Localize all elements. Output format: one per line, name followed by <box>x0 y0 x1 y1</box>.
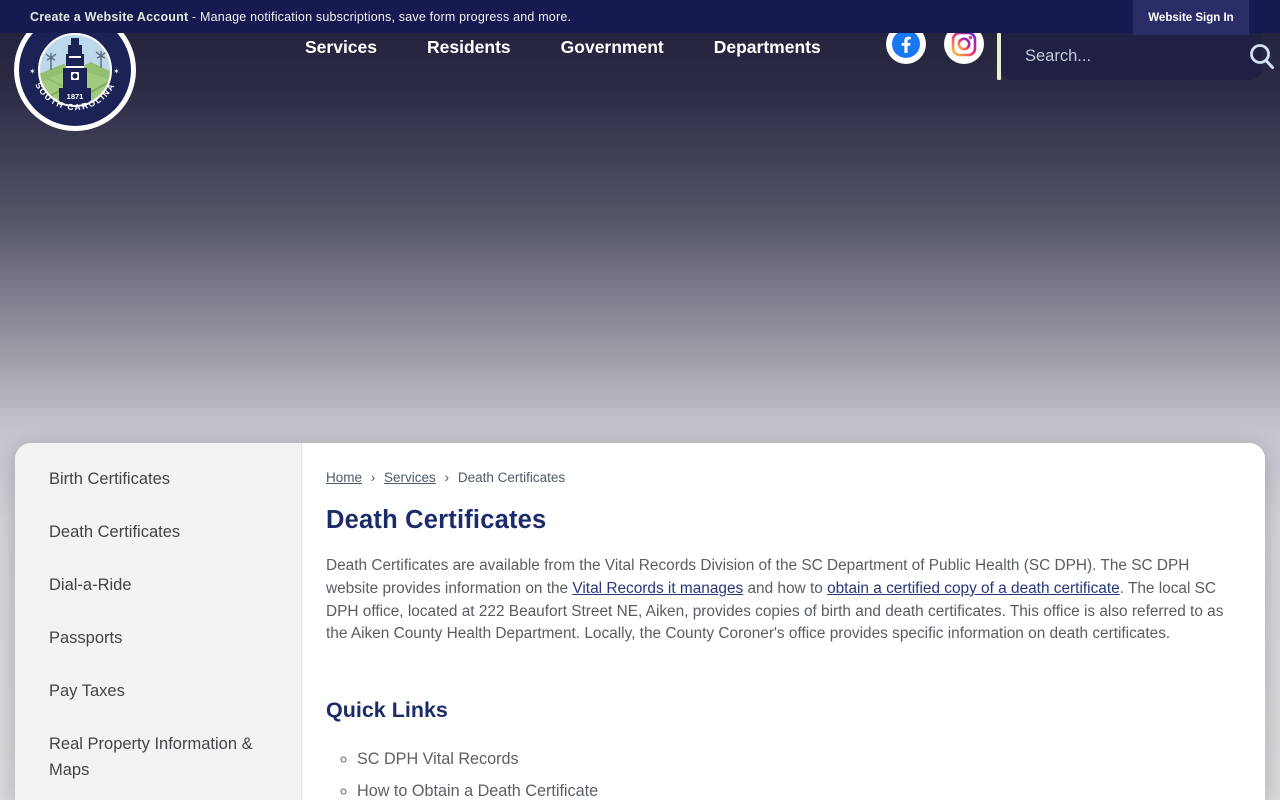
breadcrumb: Home › Services › Death Certificates <box>326 470 1235 485</box>
top-announcement-bar: Create a Website Account - Manage notifi… <box>0 0 1280 33</box>
search-icon[interactable] <box>1247 42 1277 72</box>
sidebar-item-birth-certificates[interactable]: Birth Certificates <box>15 452 301 505</box>
quick-links-list: SC DPH Vital Records How to Obtain a Dea… <box>326 749 1235 800</box>
breadcrumb-services[interactable]: Services <box>384 470 436 485</box>
sidebar-item-passports[interactable]: Passports <box>15 611 301 664</box>
seal-star-left: ✶ <box>29 67 36 76</box>
sidebar-item-dial-a-ride[interactable]: Dial-a-Ride <box>15 558 301 611</box>
nav-residents[interactable]: Residents <box>427 37 511 58</box>
breadcrumb-current: Death Certificates <box>457 470 566 485</box>
breadcrumb-home[interactable]: Home <box>326 470 362 485</box>
create-account-promo: Create a Website Account - Manage notifi… <box>30 10 571 24</box>
seal-year: 1871 <box>67 92 84 101</box>
sidebar-nav: Birth Certificates Death Certificates Di… <box>15 443 302 800</box>
quick-link-vital-records[interactable]: SC DPH Vital Records <box>357 749 1235 769</box>
obtain-certificate-link[interactable]: obtain a certified copy of a death certi… <box>827 580 1120 597</box>
search-input[interactable] <box>1023 46 1247 67</box>
search-divider <box>997 33 1001 80</box>
website-sign-in-button[interactable]: Website Sign In <box>1133 0 1249 35</box>
nav-services[interactable]: Services <box>305 37 377 58</box>
main-content: Home › Services › Death Certificates Dea… <box>302 443 1265 800</box>
page-title: Death Certificates <box>326 506 547 534</box>
create-account-link[interactable]: Create a Website Account <box>30 10 188 24</box>
nav-departments[interactable]: Departments <box>714 37 821 58</box>
sidebar-item-death-certificates[interactable]: Death Certificates <box>15 505 301 558</box>
promo-text: - Manage notification subscriptions, sav… <box>188 9 572 24</box>
intro-text-2: and how to <box>743 579 828 597</box>
vital-records-link[interactable]: Vital Records it manages <box>572 580 743 597</box>
nav-government[interactable]: Government <box>561 37 664 58</box>
sidebar-item-pay-taxes[interactable]: Pay Taxes <box>15 664 301 717</box>
content-panel: Birth Certificates Death Certificates Di… <box>15 443 1265 800</box>
search-bar <box>1001 33 1274 80</box>
sidebar-item-real-property[interactable]: Real Property Information & Maps <box>15 717 301 796</box>
quick-link-how-to-obtain[interactable]: How to Obtain a Death Certificate <box>357 781 1235 800</box>
quick-links-heading: Quick Links <box>326 698 448 723</box>
main-nav: Services Residents Government Department… <box>305 33 821 61</box>
seal-star-right: ✶ <box>113 67 120 76</box>
breadcrumb-separator: › <box>444 470 450 485</box>
breadcrumb-separator: › <box>370 470 376 485</box>
intro-paragraph: Death Certificates are available from th… <box>326 555 1235 646</box>
